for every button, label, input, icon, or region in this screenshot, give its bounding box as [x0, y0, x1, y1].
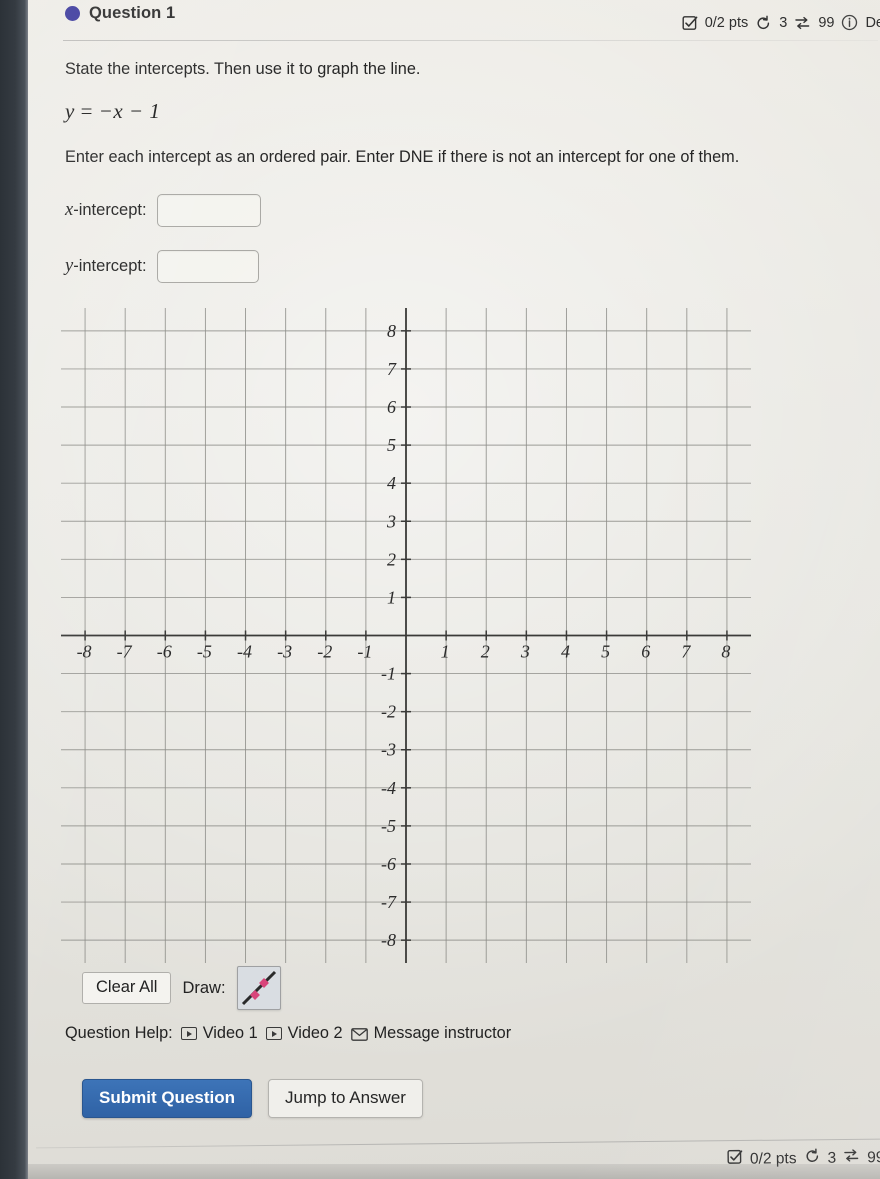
question-header: Question 1 0/2 pts 3 99 De	[28, 0, 880, 44]
question-title-group: Question 1	[65, 4, 175, 23]
shuffle-icon	[794, 15, 811, 31]
svg-text:-2: -2	[381, 702, 396, 722]
x-intercept-label: x-intercept:	[65, 200, 147, 220]
svg-text:7: 7	[681, 642, 691, 662]
score-checkbox-icon	[682, 15, 698, 31]
video-1-label: Video 1	[202, 1024, 258, 1042]
clear-all-button[interactable]: Clear All	[82, 972, 172, 1004]
svg-text:4: 4	[387, 473, 396, 493]
svg-text:-3: -3	[381, 740, 396, 760]
question-status-dot-icon	[65, 6, 80, 21]
svg-text:-8: -8	[77, 642, 92, 662]
graph-axes	[61, 308, 751, 963]
svg-text:8: 8	[387, 321, 396, 341]
attempts-count: 3	[779, 14, 788, 31]
svg-text:-4: -4	[237, 642, 252, 662]
help-link-message-instructor[interactable]: Message instructor	[350, 1024, 512, 1043]
svg-text:1: 1	[387, 587, 396, 607]
graph-canvas[interactable]: -8 -7 -6 -5 -4 -3 -2 -1 1 2 3 4 5 6 7 8 8 7 6 5 4 3 2 1 -1 -2 -3 -4…	[61, 308, 751, 963]
message-instructor-label: Message instructor	[373, 1024, 512, 1042]
y-intercept-row: y-intercept:	[65, 250, 259, 283]
action-buttons: Submit Question Jump to Answer	[82, 1079, 423, 1118]
svg-text:1: 1	[441, 642, 450, 662]
svg-text:-7: -7	[117, 642, 133, 662]
svg-text:5: 5	[601, 642, 610, 662]
svg-text:-1: -1	[381, 664, 396, 684]
score-text: 0/2 pts	[704, 14, 749, 31]
retry-icon	[755, 15, 772, 31]
x-intercept-row: x-intercept:	[65, 194, 261, 227]
question-help-label: Question Help:	[65, 1024, 173, 1042]
video-icon	[265, 1027, 282, 1040]
coordinate-graph[interactable]: -8 -7 -6 -5 -4 -3 -2 -1 1 2 3 4 5 6 7 8 8 7 6 5 4 3 2 1 -1 -2 -3 -4…	[61, 308, 751, 963]
svg-text:4: 4	[561, 642, 570, 662]
draw-toolbar: Clear All Draw:	[82, 966, 281, 1010]
svg-text:6: 6	[641, 642, 650, 662]
equation-lhs: y	[65, 99, 75, 123]
svg-text:-3: -3	[277, 642, 292, 662]
bottom-shadow	[0, 1164, 880, 1179]
y-intercept-input[interactable]	[156, 250, 259, 283]
equation-display: y = −x − 1	[65, 99, 160, 124]
y-intercept-label: y-intercept:	[65, 256, 147, 276]
svg-text:-8: -8	[381, 930, 396, 950]
video-2-label: Video 2	[287, 1024, 343, 1042]
svg-text:-6: -6	[381, 854, 396, 874]
x-intercept-input[interactable]	[156, 194, 261, 227]
jump-to-answer-button[interactable]: Jump to Answer	[268, 1079, 423, 1118]
line-segment-tool-icon[interactable]	[236, 966, 281, 1010]
svg-text:3: 3	[386, 511, 396, 531]
question-prompt: State the intercepts. Then use it to gra…	[65, 60, 421, 78]
envelope-icon	[350, 1027, 368, 1041]
svg-text:2: 2	[387, 549, 396, 569]
equation-equals: =	[80, 99, 93, 123]
question-meta: 0/2 pts 3 99 De	[682, 14, 880, 31]
question-page: Question 1 0/2 pts 3 99 De State the int…	[28, 0, 880, 1179]
svg-text:-2: -2	[317, 642, 332, 662]
svg-text:6: 6	[387, 397, 396, 417]
svg-text:-5: -5	[381, 816, 396, 836]
info-icon[interactable]	[841, 14, 858, 31]
svg-text:-4: -4	[381, 778, 396, 798]
draw-label: Draw:	[182, 978, 226, 997]
svg-text:2: 2	[481, 642, 490, 662]
next-question-divider	[36, 1138, 880, 1149]
svg-text:-7: -7	[381, 892, 397, 912]
question-subprompt: Enter each intercept as an ordered pair.…	[65, 148, 740, 166]
svg-text:-6: -6	[157, 642, 172, 662]
video-icon	[180, 1027, 197, 1040]
svg-text:3: 3	[520, 642, 530, 662]
page-title: Question 1	[89, 4, 176, 22]
submit-question-button[interactable]: Submit Question	[82, 1079, 252, 1118]
svg-text:-1: -1	[357, 642, 372, 662]
svg-text:7: 7	[387, 359, 397, 379]
equation-rhs: −x − 1	[98, 99, 161, 123]
svg-text:8: 8	[721, 642, 730, 662]
svg-text:5: 5	[387, 435, 396, 455]
details-label[interactable]: De	[865, 15, 880, 31]
device-bezel	[0, 0, 28, 1179]
help-link-video-1[interactable]: Video 1	[180, 1024, 258, 1043]
svg-text:-5: -5	[197, 642, 212, 662]
versions-count: 99	[818, 14, 835, 31]
help-link-video-2[interactable]: Video 2	[265, 1024, 343, 1043]
header-divider	[63, 40, 878, 41]
question-help-row: Question Help: Video 1 Video 2 Message i…	[65, 1024, 511, 1043]
